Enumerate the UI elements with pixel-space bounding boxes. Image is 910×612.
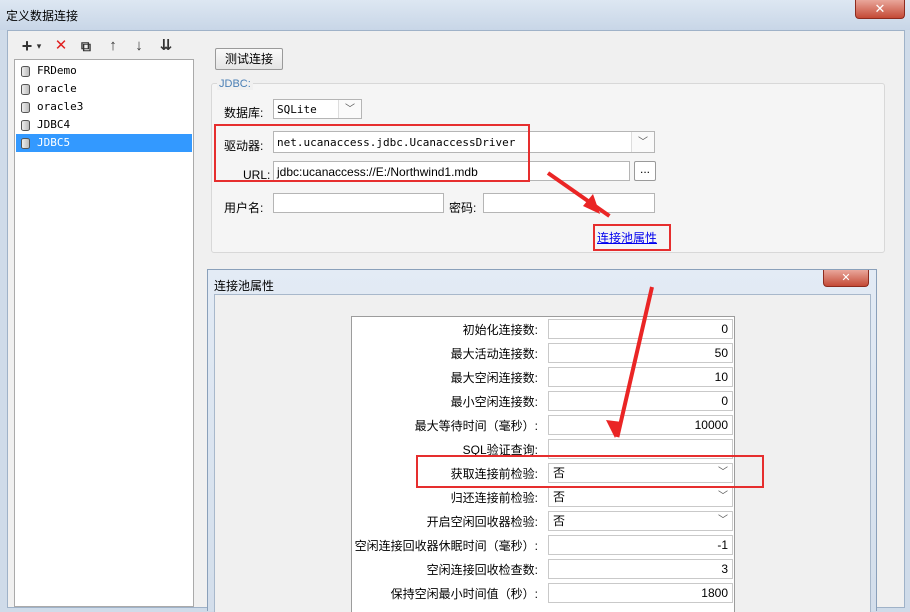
annotation-arrowheads	[583, 194, 622, 438]
arrowhead-icon	[583, 194, 600, 214]
arrowhead-icon	[606, 420, 622, 438]
